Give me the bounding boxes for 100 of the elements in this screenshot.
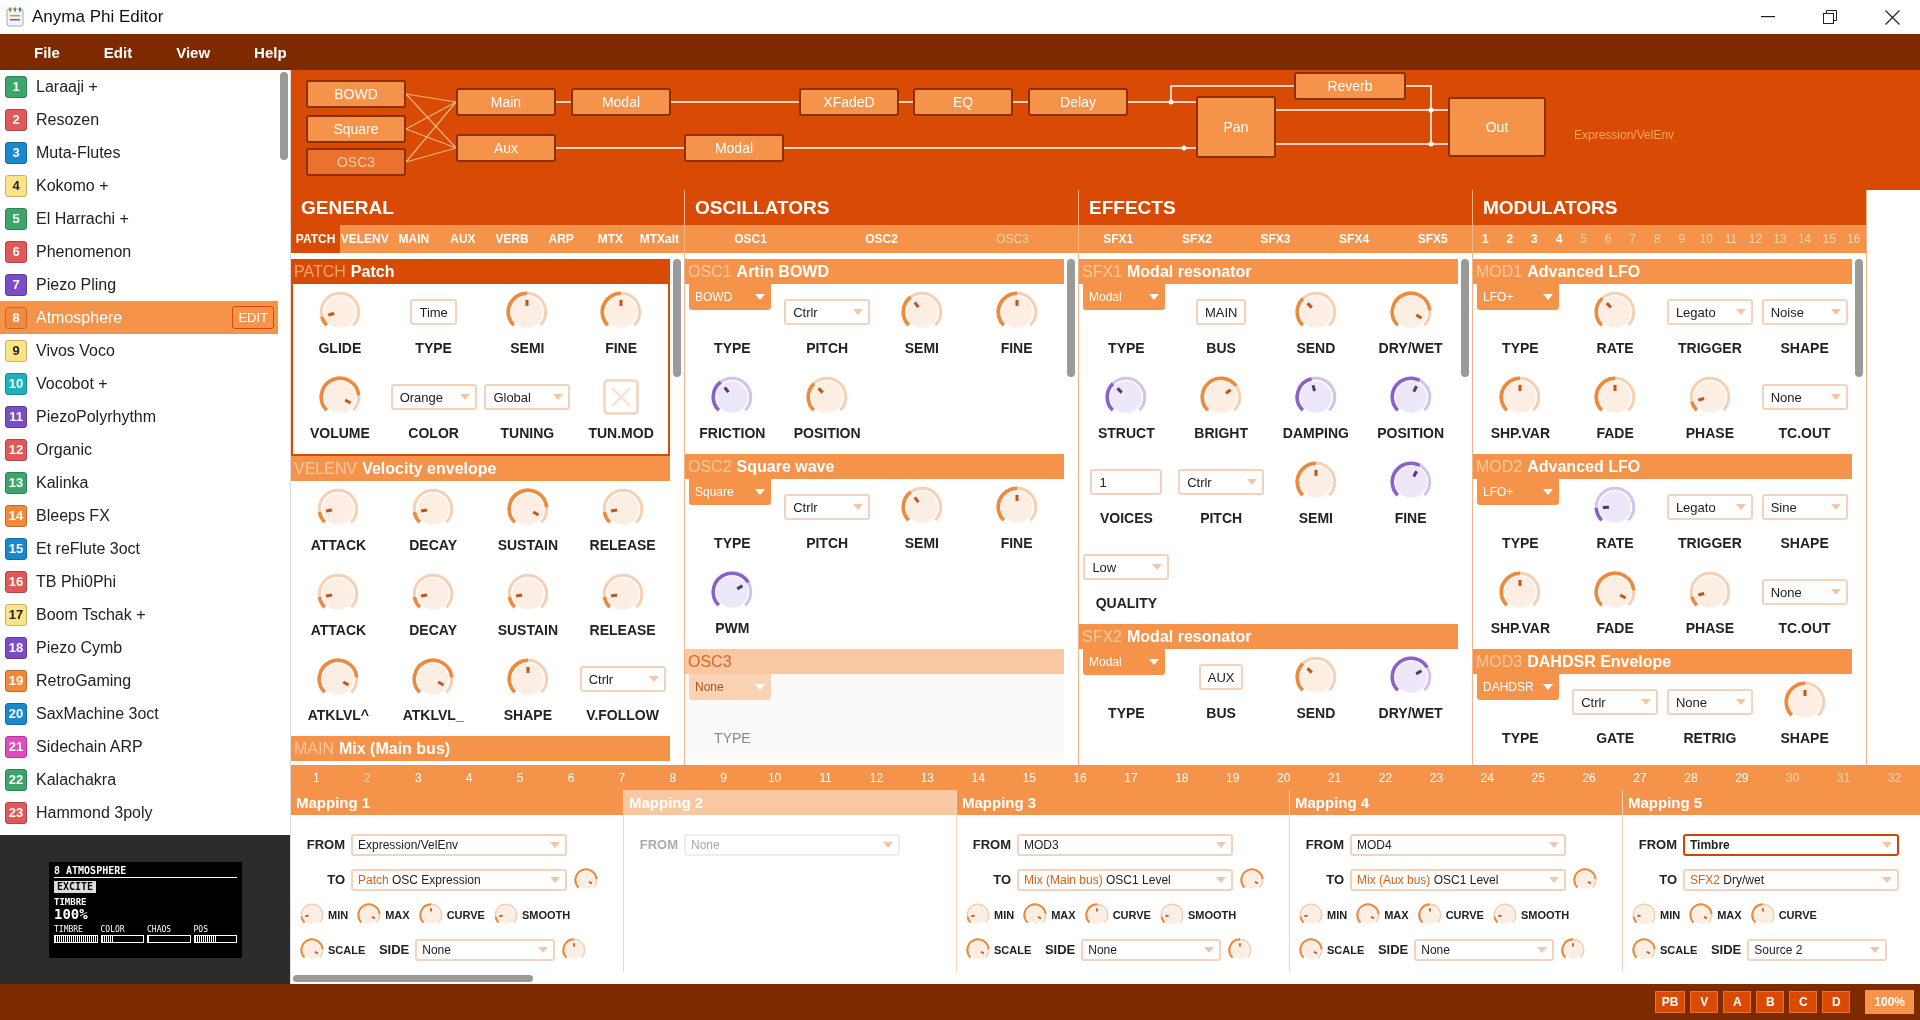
mapping-slot-tab[interactable]: 15: [1003, 765, 1055, 790]
dropdown[interactable]: Ctrlr: [1178, 469, 1265, 495]
mapping-slot-tab[interactable]: 9: [698, 765, 750, 790]
mapping-slot-tab[interactable]: 18: [1156, 765, 1208, 790]
dropdown[interactable]: Ctrlr: [784, 299, 871, 325]
type-dropdown[interactable]: Modal: [1083, 649, 1165, 675]
section-header[interactable]: VELENV Velocity envelope: [291, 456, 670, 481]
mapping-slot-tab[interactable]: 25: [1512, 765, 1564, 790]
mapping-slot-tab[interactable]: 7: [596, 765, 648, 790]
mapping-slot-tab[interactable]: 13: [901, 765, 953, 790]
tab[interactable]: OSC1: [685, 225, 816, 253]
mapping-slot-tab[interactable]: 24: [1461, 765, 1513, 790]
side-dropdown[interactable]: None: [1414, 938, 1555, 961]
mapping-slot-tab[interactable]: 11: [800, 765, 851, 790]
patch-list-item[interactable]: 14 Bleeps FX: [0, 499, 278, 532]
tab[interactable]: VERB: [487, 225, 537, 253]
signal-flow-node[interactable]: Main: [456, 88, 556, 116]
patch-list-item[interactable]: 11 PiezoPolyrhythm: [0, 400, 278, 433]
menu-item[interactable]: Edit: [81, 43, 155, 61]
patch-list-item[interactable]: 7 Piezo Pling: [0, 268, 278, 301]
tab[interactable]: 3: [1522, 225, 1547, 253]
mapping-slot-tab[interactable]: 10: [749, 765, 801, 790]
type-dropdown[interactable]: LFO+: [1477, 479, 1559, 505]
patch-list-item[interactable]: 22 Kalachakra: [0, 763, 278, 796]
mapping-slot-tab[interactable]: 6: [545, 765, 597, 790]
mode-button[interactable]: C: [1789, 991, 1818, 1013]
tab[interactable]: MTXalt: [634, 225, 684, 253]
patch-list-item[interactable]: 3 Muta-Flutes: [0, 136, 278, 169]
dropdown[interactable]: None: [1761, 579, 1848, 605]
mapping-slot-tab[interactable]: 22: [1360, 765, 1411, 790]
mapping-slot-tab[interactable]: 16: [1054, 765, 1106, 790]
signal-flow-node[interactable]: Delay: [1028, 88, 1128, 116]
signal-flow-node[interactable]: Reverb: [1294, 72, 1406, 100]
mode-button[interactable]: B: [1756, 991, 1785, 1013]
source-dropdown[interactable]: Expression/VelEnv: [351, 833, 567, 856]
menu-item[interactable]: Help: [232, 43, 309, 61]
value-button[interactable]: Time: [410, 299, 457, 325]
mapping-slot-tab[interactable]: 21: [1309, 765, 1361, 790]
tab[interactable]: SFX5: [1393, 225, 1472, 253]
mapping-slot-tab[interactable]: 27: [1614, 765, 1666, 790]
tab[interactable]: PATCH: [291, 225, 341, 253]
mapping-slot-tab[interactable]: 17: [1105, 765, 1157, 790]
target-dropdown[interactable]: Patch OSC Expression: [351, 868, 567, 891]
type-dropdown[interactable]: BOWD: [689, 284, 771, 310]
mapping-slot-tab[interactable]: 5: [494, 765, 546, 790]
signal-flow-node[interactable]: Modal: [571, 88, 671, 116]
section-header[interactable]: OSC1 Artin BOWD: [685, 259, 1064, 284]
patch-list-item[interactable]: 13 Kalinka: [0, 466, 278, 499]
tab[interactable]: MAIN: [389, 225, 439, 253]
mode-button[interactable]: V: [1690, 991, 1719, 1013]
menu-item[interactable]: View: [154, 43, 233, 61]
dropdown[interactable]: Ctrlr: [784, 494, 871, 520]
signal-flow-node[interactable]: Out: [1448, 97, 1546, 157]
tab[interactable]: AUX: [438, 225, 488, 253]
target-dropdown[interactable]: Mix (Main bus) OSC1 Level: [1017, 868, 1233, 891]
mapping-slot-tab[interactable]: 1: [291, 765, 342, 790]
dropdown[interactable]: Ctrlr: [579, 666, 666, 692]
mapping-slot-tab[interactable]: 19: [1207, 765, 1259, 790]
target-dropdown[interactable]: SFX2 Dry/wet: [1683, 868, 1899, 891]
patch-list-item[interactable]: 15 Et reFlute 3oct: [0, 532, 278, 565]
mapping-slot-tab[interactable]: 12: [850, 765, 902, 790]
dropdown[interactable]: Legato: [1666, 494, 1753, 520]
value-button[interactable]: MAIN: [1195, 299, 1247, 325]
dropdown[interactable]: Sine: [1761, 494, 1848, 520]
tab[interactable]: SFX2: [1157, 225, 1237, 253]
section-header[interactable]: SFX1 Modal resonator: [1079, 259, 1458, 284]
patch-list-item[interactable]: 10 Vocobot +: [0, 367, 278, 400]
signal-flow-node[interactable]: Square: [306, 115, 406, 143]
side-dropdown[interactable]: Source 2: [1747, 938, 1888, 961]
dropdown[interactable]: Ctrlr: [1572, 689, 1659, 715]
signal-flow-node[interactable]: Pan: [1196, 96, 1276, 158]
source-dropdown[interactable]: MOD3: [1017, 833, 1233, 856]
tab[interactable]: 2: [1497, 225, 1523, 253]
dropdown[interactable]: Low: [1083, 554, 1170, 580]
target-dropdown[interactable]: Mix (Aux bus) OSC1 Level: [1350, 868, 1566, 891]
patch-list-item[interactable]: 16 TB Phi0Phi: [0, 565, 278, 598]
patch-list-item[interactable]: 21 Sidechain ARP: [0, 730, 278, 763]
tab[interactable]: VELENV: [340, 225, 390, 253]
mapping-slot-tab[interactable]: 29: [1716, 765, 1768, 790]
tab[interactable]: SFX3: [1236, 225, 1315, 253]
section-header[interactable]: MOD2 Advanced LFO: [1473, 454, 1852, 479]
dropdown[interactable]: None: [1666, 689, 1753, 715]
patch-list-item[interactable]: 4 Kokomo +: [0, 169, 278, 202]
mapping-slot-tab[interactable]: 28: [1665, 765, 1717, 790]
signal-flow-node[interactable]: EQ: [913, 88, 1013, 116]
section-header[interactable]: MAIN Mix (Main bus): [291, 736, 670, 761]
mapping-slot-tab[interactable]: 8: [647, 765, 699, 790]
signal-flow-node[interactable]: Aux: [456, 134, 556, 162]
side-dropdown[interactable]: None: [415, 938, 556, 961]
side-dropdown[interactable]: None: [1081, 938, 1222, 961]
section-header[interactable]: SFX2 Modal resonator: [1079, 624, 1458, 649]
signal-flow-node[interactable]: XFadeD: [799, 88, 899, 116]
section-header[interactable]: OSC2 Square wave: [685, 454, 1064, 479]
tab[interactable]: 1: [1473, 225, 1498, 253]
type-dropdown[interactable]: Modal: [1083, 284, 1165, 310]
patch-list-item[interactable]: 2 Resozen: [0, 103, 278, 136]
tab[interactable]: OSC2: [816, 225, 947, 253]
mapping-slot-tab[interactable]: 4: [443, 765, 495, 790]
mode-button[interactable]: D: [1822, 991, 1851, 1013]
patch-list-item[interactable]: 23 Hammond 3poly: [0, 796, 278, 829]
